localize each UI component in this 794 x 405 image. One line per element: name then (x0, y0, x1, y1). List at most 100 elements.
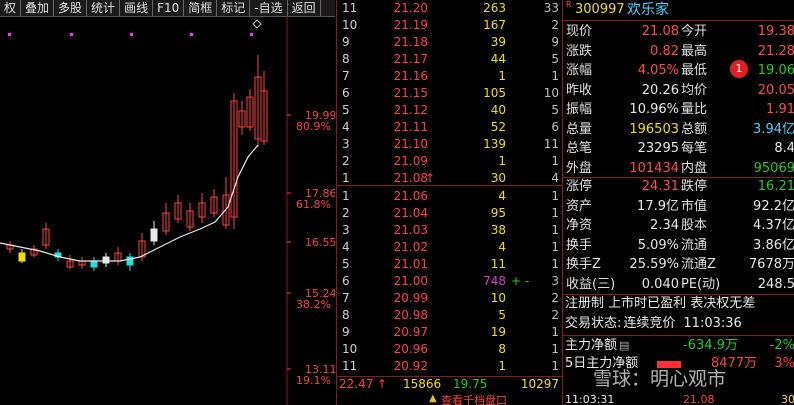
order-book-row[interactable]: 2 21.04 95 1 (337, 205, 562, 222)
order-book-row[interactable]: 9 21.18 39 9 (337, 34, 562, 51)
level-number: 7 (342, 291, 350, 305)
order-book-row[interactable]: 6 21.15 105 10 (337, 85, 562, 102)
view-full-depth-label: 查看千档盘口 (441, 394, 507, 405)
order-count: 1 (551, 189, 559, 203)
level-price: 21.00 (393, 274, 428, 288)
toolbar-item[interactable]: 多股 (54, 0, 88, 16)
signal-dot (130, 33, 133, 36)
quote-row: 资产 17.9亿 市值 92.2亿 (563, 197, 794, 217)
order-book-row[interactable]: 4 21.11 52 6 (337, 119, 562, 136)
axis-price-label: 16.55 (305, 236, 335, 249)
quote-value: 17.9亿 (637, 198, 679, 214)
level-price: 20.92 (393, 359, 428, 373)
order-book-row[interactable]: 5 21.12 40 5 (337, 102, 562, 119)
order-book-row[interactable]: 7 20.99 10 2 (337, 290, 562, 307)
main-net-row[interactable]: 主力净额 ▤ -634.9万 -2% (565, 337, 794, 355)
order-book-row[interactable]: 8 21.17 44 5 (337, 51, 562, 68)
level-number: 5 (342, 103, 350, 117)
quote-header[interactable]: R 300997 欢乐家 (563, 0, 794, 20)
order-book-row[interactable]: 5 21.01 11 1 (337, 256, 562, 273)
view-full-depth-link[interactable]: ▲ 查看千档盘口 (337, 394, 562, 405)
order-count: 33 (543, 1, 559, 15)
level-volume: 1 (498, 69, 506, 83)
quote-value: 21.28 (757, 43, 794, 59)
toolbar-item[interactable]: 标记 (217, 0, 251, 16)
order-book-row[interactable]: 10 21.19 167 2 (337, 17, 562, 34)
tick-volume: 30 (781, 394, 794, 405)
level-number: 6 (342, 86, 350, 100)
signal-dot (250, 33, 253, 36)
stock-code: 300997 (575, 2, 625, 17)
quote-value: 3.94亿 (753, 121, 794, 137)
order-book-row[interactable]: 8 20.98 5 2 (337, 307, 562, 324)
quote-value: 92.2亿 (753, 198, 794, 214)
toolbar-item[interactable]: 简框 (184, 0, 218, 16)
order-count: 11 (543, 137, 559, 151)
order-book-row[interactable]: 4 21.02 4 1 (337, 239, 562, 256)
notification-badge[interactable]: 1 (730, 60, 748, 78)
quote-value: 8.4 (774, 141, 794, 156)
toolbar-item[interactable]: 画线 (120, 0, 154, 16)
order-book-row[interactable]: 10 20.96 8 1 (337, 341, 562, 358)
level-volume: 38 (490, 223, 506, 237)
order-count: 1 (551, 206, 559, 220)
toolbar-item[interactable]: 统计 (87, 0, 121, 16)
order-book: 11 21.20 263 33 10 21.19 167 2 9 21.18 39 9 8 21.17 44… (336, 0, 562, 405)
quote-value: 23295 (637, 141, 679, 156)
quote-label: PE(动) (681, 276, 721, 292)
toolbar-item[interactable]: 权 (0, 0, 22, 16)
order-count: 10 (543, 86, 559, 100)
quote-row: 涨跌 0.82 最高 21.28 (563, 42, 794, 62)
session-high: 22.47 (339, 377, 374, 391)
ask-bid-divider (337, 185, 562, 186)
quote-value: 4.37亿 (753, 218, 794, 233)
tick-time: 11:03:31 (565, 394, 615, 405)
candle-yellow (18, 252, 26, 262)
quote-value: 16.21 (757, 179, 794, 194)
level-volume: 1 (498, 359, 506, 373)
order-book-row[interactable]: 7 21.16 1 1 (337, 68, 562, 85)
level-price: 21.18 (393, 35, 428, 49)
level-number: 7 (342, 69, 350, 83)
quote-row: 昨收 20.26 均价 20.05 (563, 81, 794, 101)
level-price: 21.01 (393, 257, 428, 271)
level-number: 10 (342, 18, 358, 32)
level-volume: 39 (490, 35, 506, 49)
main-net-label: 主力净额 (565, 338, 618, 353)
market-flag: R (566, 0, 572, 9)
order-book-row[interactable]: 2 21.09 1 1 (337, 153, 562, 170)
order-book-row[interactable]: 3 21.03 38 1 (337, 222, 562, 239)
inner-volume: 10297 (520, 377, 559, 391)
quote-row: 收益(三) 0.040 PE(动) 248.5 (563, 275, 794, 295)
main-net-pct: -2% (769, 338, 794, 353)
level-number: 9 (342, 325, 350, 339)
level-price: 21.02 (393, 240, 428, 254)
order-count: 1 (551, 240, 559, 254)
toolbar-item[interactable]: -自选 (250, 0, 288, 16)
toolbar-item[interactable]: 叠加 (21, 0, 55, 16)
order-book-row[interactable]: 11 20.92 1 1 (337, 358, 562, 375)
toolbar-item[interactable]: F10 (153, 0, 185, 16)
order-book-row[interactable]: 3 21.10 139 11 (337, 136, 562, 153)
order-book-row[interactable]: 11 21.20 263 33 (337, 0, 562, 17)
candle-neutral (150, 228, 158, 242)
status-label: 交易状态: (565, 316, 622, 331)
tick-row: 11:03:31 21.08 30 (565, 394, 794, 405)
toolbar-item[interactable]: 返回 (288, 0, 321, 16)
quote-value: 95069 (753, 160, 794, 176)
quote-label: 今开 (681, 24, 708, 39)
order-book-row[interactable]: 6 21.00 748 + - 3 (337, 273, 562, 290)
order-book-row[interactable]: 9 20.97 19 1 (337, 324, 562, 341)
quote-value: 196503 (629, 121, 679, 137)
level-number: 10 (342, 342, 358, 356)
level-volume: 44 (490, 52, 506, 66)
level-number: 4 (342, 240, 350, 254)
change-indicator: + - (511, 274, 530, 288)
level-number: 1 (342, 189, 350, 203)
quote-label: 涨跌 (566, 43, 593, 59)
level-number: 3 (342, 223, 350, 237)
order-book-row[interactable]: 1 21.06 4 1 (337, 188, 562, 205)
level-number: 6 (342, 274, 350, 288)
quote-label: 换手Z (566, 257, 601, 272)
axis-pct-label: 61.8% (296, 198, 331, 211)
